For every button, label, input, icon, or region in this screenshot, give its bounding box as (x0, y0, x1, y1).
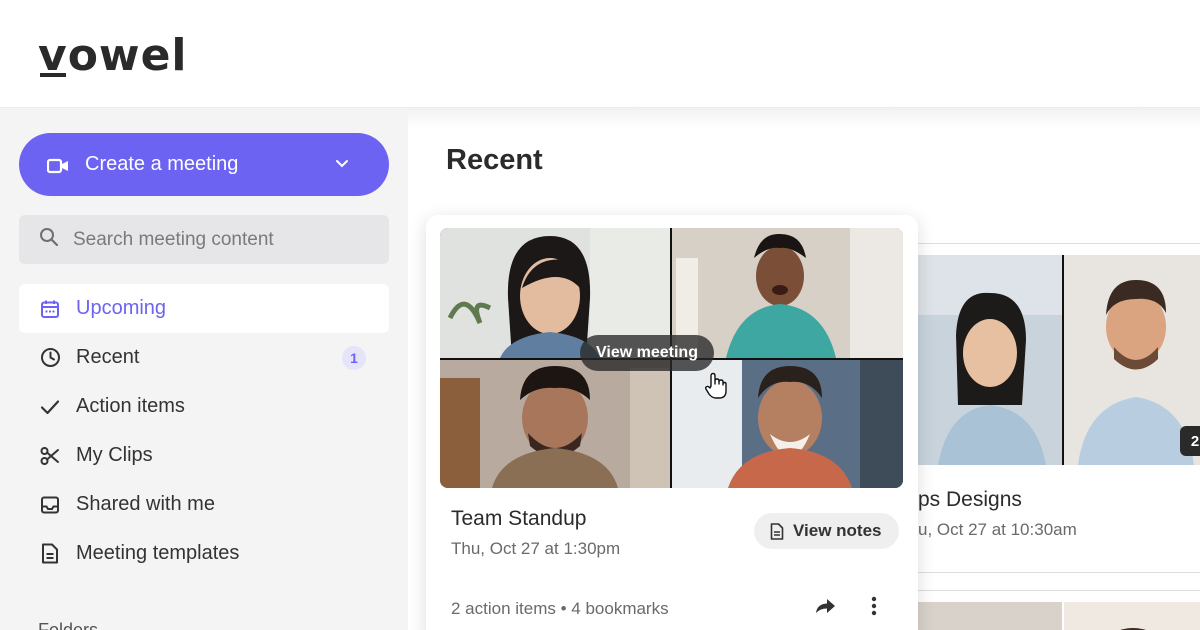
header-shadow (408, 108, 1200, 128)
card-meta: 2 action items • 4 bookmarks (451, 599, 669, 618)
recent-count-badge: 1 (342, 346, 366, 370)
top-header: vowel (0, 0, 1200, 108)
page-title: Recent (446, 144, 543, 176)
meeting-thumbnail-tertiary[interactable] (918, 602, 1200, 630)
meeting-card[interactable]: View meeting Team Standup Thu, Oct 27 at… (426, 215, 918, 630)
sidebar-item-label: Shared with me (76, 493, 215, 515)
create-meeting-label: Create a meeting (85, 153, 239, 175)
chevron-down-icon[interactable] (335, 154, 349, 168)
sidebar-item-label: Recent (76, 346, 140, 368)
more-options-icon[interactable] (864, 593, 884, 619)
card-title-secondary[interactable]: ps Designs (918, 488, 1022, 512)
sidebar-item-recent[interactable]: Recent 1 (19, 333, 389, 382)
clock-icon (39, 347, 61, 369)
inbox-icon (39, 494, 61, 516)
video-camera-icon (46, 157, 69, 173)
scissors-icon (39, 445, 61, 467)
search-bar (19, 215, 389, 264)
view-notes-label: View notes (793, 521, 882, 540)
sidebar-item-label: Meeting templates (76, 542, 240, 564)
document-icon (770, 522, 784, 540)
sidebar-item-upcoming[interactable]: Upcoming (19, 284, 389, 333)
create-meeting-button[interactable]: Create a meeting (19, 133, 389, 196)
card-date: Thu, Oct 27 at 1:30pm (451, 539, 621, 558)
view-notes-button[interactable]: View notes (754, 513, 899, 549)
meeting-thumbnail[interactable]: View meeting (440, 228, 903, 488)
sidebar-item-shared[interactable]: Shared with me (19, 480, 389, 529)
vowel-logo[interactable]: vowel (38, 30, 188, 81)
sidebar-item-label: Action items (76, 395, 185, 417)
meeting-thumbnail-secondary[interactable] (918, 255, 1200, 465)
search-input[interactable] (73, 228, 373, 251)
view-meeting-button[interactable]: View meeting (580, 335, 714, 371)
sidebar-item-my-clips[interactable]: My Clips (19, 431, 389, 480)
participant-count-badge: 2 (1180, 426, 1200, 456)
sidebar-nav: Upcoming Recent 1 Action items My Clips (19, 284, 389, 578)
sidebar-item-label: My Clips (76, 444, 153, 466)
check-icon (39, 396, 61, 418)
share-icon[interactable] (812, 593, 838, 619)
hand-pointer-icon (704, 372, 728, 405)
calendar-icon (39, 298, 61, 320)
card-title[interactable]: Team Standup (451, 507, 586, 531)
sidebar-item-action-items[interactable]: Action items (19, 382, 389, 431)
search-icon (39, 227, 59, 252)
document-icon (39, 543, 61, 565)
sidebar-item-templates[interactable]: Meeting templates (19, 529, 389, 578)
main-content: Recent 2 ps Designs u, Oct 27 at 10:30am (408, 108, 1200, 630)
sidebar-item-label: Upcoming (76, 297, 167, 319)
card-date-secondary: u, Oct 27 at 10:30am (918, 520, 1077, 539)
sidebar: Create a meeting Upcoming Recent 1 (0, 108, 408, 630)
folders-section-peek: Folders (38, 620, 99, 630)
